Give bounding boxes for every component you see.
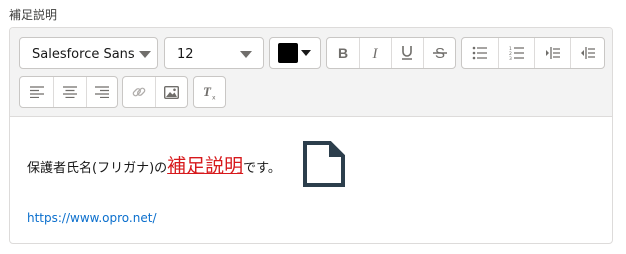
svg-text:I: I xyxy=(372,46,379,60)
content-highlighted-text: 補足説明 xyxy=(167,155,244,177)
bullet-list-icon xyxy=(472,46,487,60)
numbered-list-icon: 1 2 3 xyxy=(509,46,524,60)
underline-icon xyxy=(402,46,412,60)
color-swatch xyxy=(278,43,298,63)
chevron-down-icon xyxy=(240,51,252,58)
insert-group xyxy=(122,76,188,108)
clear-formatting-group: T x xyxy=(193,76,226,108)
text-format-group: B I S xyxy=(326,37,456,69)
align-left-button[interactable] xyxy=(20,77,53,107)
document-icon xyxy=(303,141,345,187)
italic-icon: I xyxy=(372,46,379,60)
svg-text:T: T xyxy=(203,85,212,99)
align-right-button[interactable] xyxy=(86,77,117,107)
svg-text:3: 3 xyxy=(509,56,512,60)
align-right-icon xyxy=(95,86,109,98)
editor-content-area[interactable]: 保護者氏名(フリガナ)の補足説明です。 https://www.opro.net… xyxy=(10,117,612,243)
indent-icon xyxy=(545,47,560,59)
align-left-icon xyxy=(29,86,44,98)
outdent-button[interactable] xyxy=(570,38,604,68)
font-size-select[interactable]: 12 xyxy=(164,37,264,69)
field-label: 補足説明 xyxy=(9,8,58,22)
link-icon xyxy=(132,87,146,97)
alignment-group xyxy=(19,76,118,108)
bold-button[interactable]: B xyxy=(327,38,358,68)
clear-formatting-icon: T x xyxy=(203,85,216,100)
strikethrough-button[interactable]: S xyxy=(423,38,455,68)
chevron-down-icon xyxy=(139,51,151,58)
outdent-icon xyxy=(580,47,595,59)
text-color-picker[interactable] xyxy=(269,37,321,69)
numbered-list-button[interactable]: 1 2 3 xyxy=(498,38,534,68)
italic-button[interactable]: I xyxy=(359,38,390,68)
bold-icon: B xyxy=(337,46,347,60)
editor-toolbar: Salesforce Sans 12 B I S 1 2 3 T x xyxy=(10,28,612,117)
underline-button[interactable] xyxy=(391,38,422,68)
align-center-icon xyxy=(63,86,77,98)
link-button[interactable] xyxy=(123,77,155,107)
list-format-group: 1 2 3 xyxy=(461,37,605,69)
indent-button[interactable] xyxy=(534,38,570,68)
image-icon xyxy=(164,85,179,99)
font-size-value: 12 xyxy=(177,47,194,62)
content-link[interactable]: https://www.opro.net/ xyxy=(27,211,156,225)
strikethrough-icon: S xyxy=(432,45,447,61)
image-button[interactable] xyxy=(155,77,187,107)
svg-text:B: B xyxy=(337,46,347,60)
bullet-list-button[interactable] xyxy=(462,38,498,68)
font-family-select[interactable]: Salesforce Sans xyxy=(19,37,158,69)
rich-text-editor: Salesforce Sans 12 B I S 1 2 3 T x 保護者氏名… xyxy=(9,27,613,244)
content-text-after: です。 xyxy=(243,161,281,176)
font-family-value: Salesforce Sans xyxy=(32,47,135,62)
content-text-before: 保護者氏名(フリガナ)の xyxy=(27,161,168,176)
clear-formatting-button[interactable]: T x xyxy=(194,77,225,107)
align-center-button[interactable] xyxy=(53,77,86,107)
content-line: 保護者氏名(フリガナ)の補足説明です。 xyxy=(27,151,281,178)
svg-text:x: x xyxy=(212,94,216,100)
chevron-down-icon xyxy=(301,50,311,56)
